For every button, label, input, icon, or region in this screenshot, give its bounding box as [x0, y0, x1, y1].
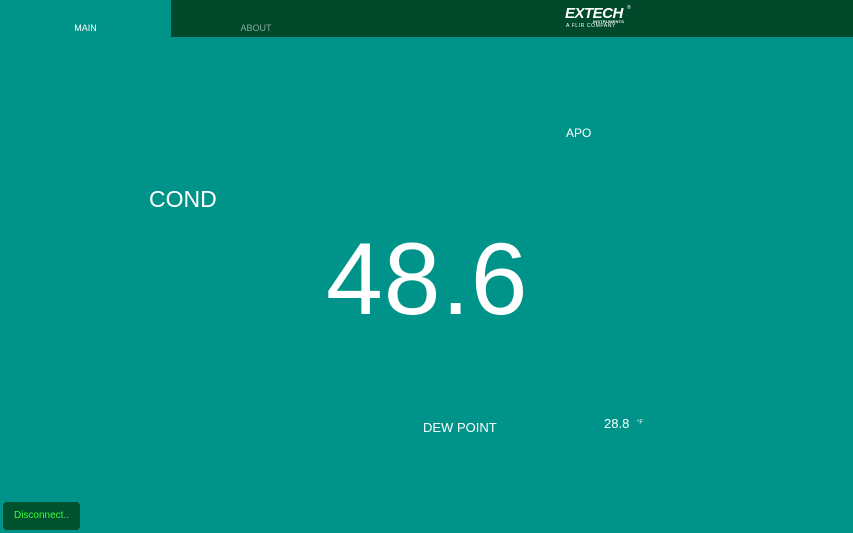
- tab-about[interactable]: ABOUT: [171, 0, 341, 37]
- tab-main[interactable]: MAIN: [0, 0, 171, 37]
- extech-logo: EXTECH ® INSTRUMENTS A FLIR COMPANY: [565, 6, 631, 30]
- apo-indicator: APO: [566, 126, 592, 140]
- logo-tagline: A FLIR COMPANY: [566, 23, 616, 29]
- tab-main-label: MAIN: [74, 23, 97, 33]
- dew-point-label: DEW POINT: [423, 420, 497, 435]
- tab-about-label: ABOUT: [240, 23, 272, 33]
- top-navigation-bar: MAIN ABOUT EXTECH ® INSTRUMENTS A FLIR C…: [0, 0, 853, 37]
- logo-registered-mark: ®: [627, 5, 631, 11]
- app-window: MAIN ABOUT EXTECH ® INSTRUMENTS A FLIR C…: [0, 0, 853, 533]
- dew-point-unit: °F: [637, 420, 644, 426]
- dew-point-value: 28.8: [604, 416, 630, 431]
- main-reading: 48.6: [326, 222, 529, 336]
- mode-label: COND: [149, 186, 217, 212]
- connection-status-button[interactable]: Disconnect..: [3, 502, 80, 530]
